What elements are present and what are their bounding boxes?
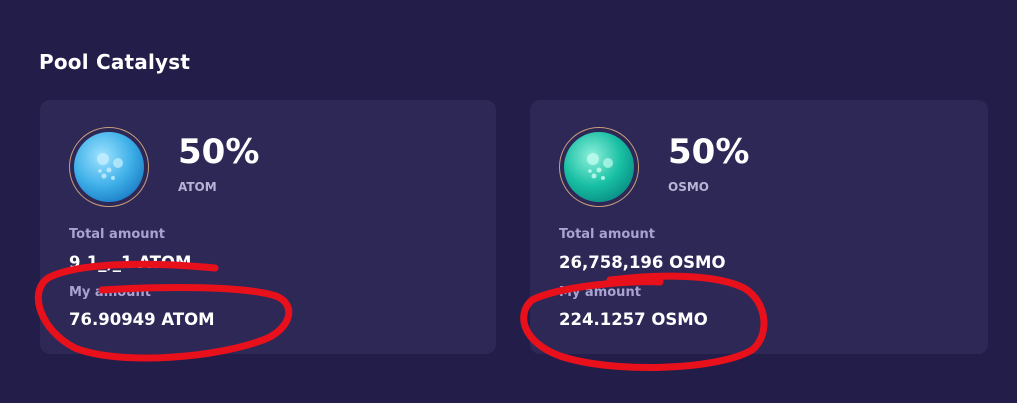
pool-asset-card-osmo: 50% OSMO Total amount 26,758,196 OSMO My… bbox=[530, 100, 988, 354]
pool-asset-card-atom: 50% ATOM Total amount 9,1_,_1 ATOM My am… bbox=[40, 100, 496, 354]
pool-share-percent: 50% bbox=[668, 132, 750, 172]
my-amount-label: My amount bbox=[69, 285, 151, 300]
atom-token-icon bbox=[69, 127, 149, 207]
token-symbol: ATOM bbox=[178, 180, 217, 194]
pool-share-percent: 50% bbox=[178, 132, 260, 172]
section-title: Pool Catalyst bbox=[39, 50, 191, 74]
total-amount-label: Total amount bbox=[69, 227, 166, 242]
my-amount-value: 224.1257 OSMO bbox=[559, 310, 708, 329]
total-amount-value: 9,1_,_1 ATOM bbox=[69, 253, 192, 272]
total-amount-label: Total amount bbox=[559, 227, 656, 242]
token-symbol: OSMO bbox=[668, 180, 709, 194]
total-amount-value: 26,758,196 OSMO bbox=[559, 253, 726, 272]
osmo-token-icon bbox=[559, 127, 639, 207]
my-amount-label: My amount bbox=[559, 285, 641, 300]
my-amount-value: 76.90949 ATOM bbox=[69, 310, 215, 329]
